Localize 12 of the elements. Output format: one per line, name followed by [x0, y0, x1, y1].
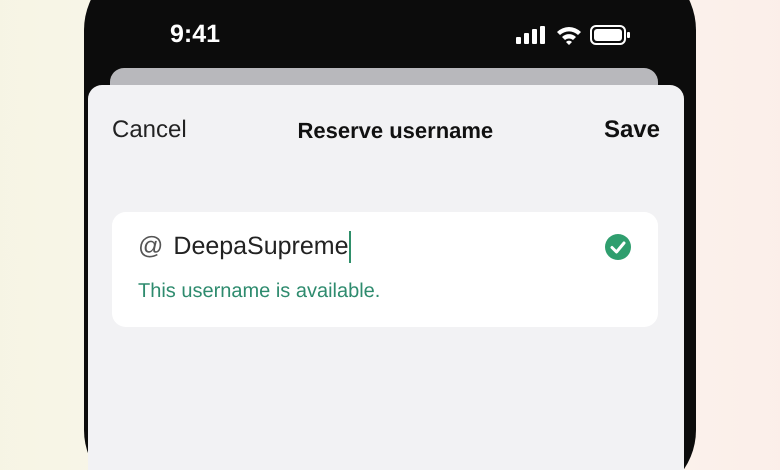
battery-icon [590, 25, 630, 45]
username-field[interactable]: @ DeepaSupreme [138, 228, 351, 266]
at-prefix: @ [138, 231, 164, 262]
sheet-title: Reserve username [297, 116, 494, 144]
cancel-button[interactable]: Cancel [112, 112, 187, 148]
username-input[interactable]: DeepaSupreme [173, 228, 349, 266]
wifi-icon [556, 26, 582, 44]
status-time: 9:41 [170, 19, 220, 50]
text-cursor [348, 231, 351, 263]
signal-icon [516, 26, 548, 44]
availability-message: This username is available. [138, 279, 382, 304]
save-button[interactable]: Save [604, 112, 660, 148]
